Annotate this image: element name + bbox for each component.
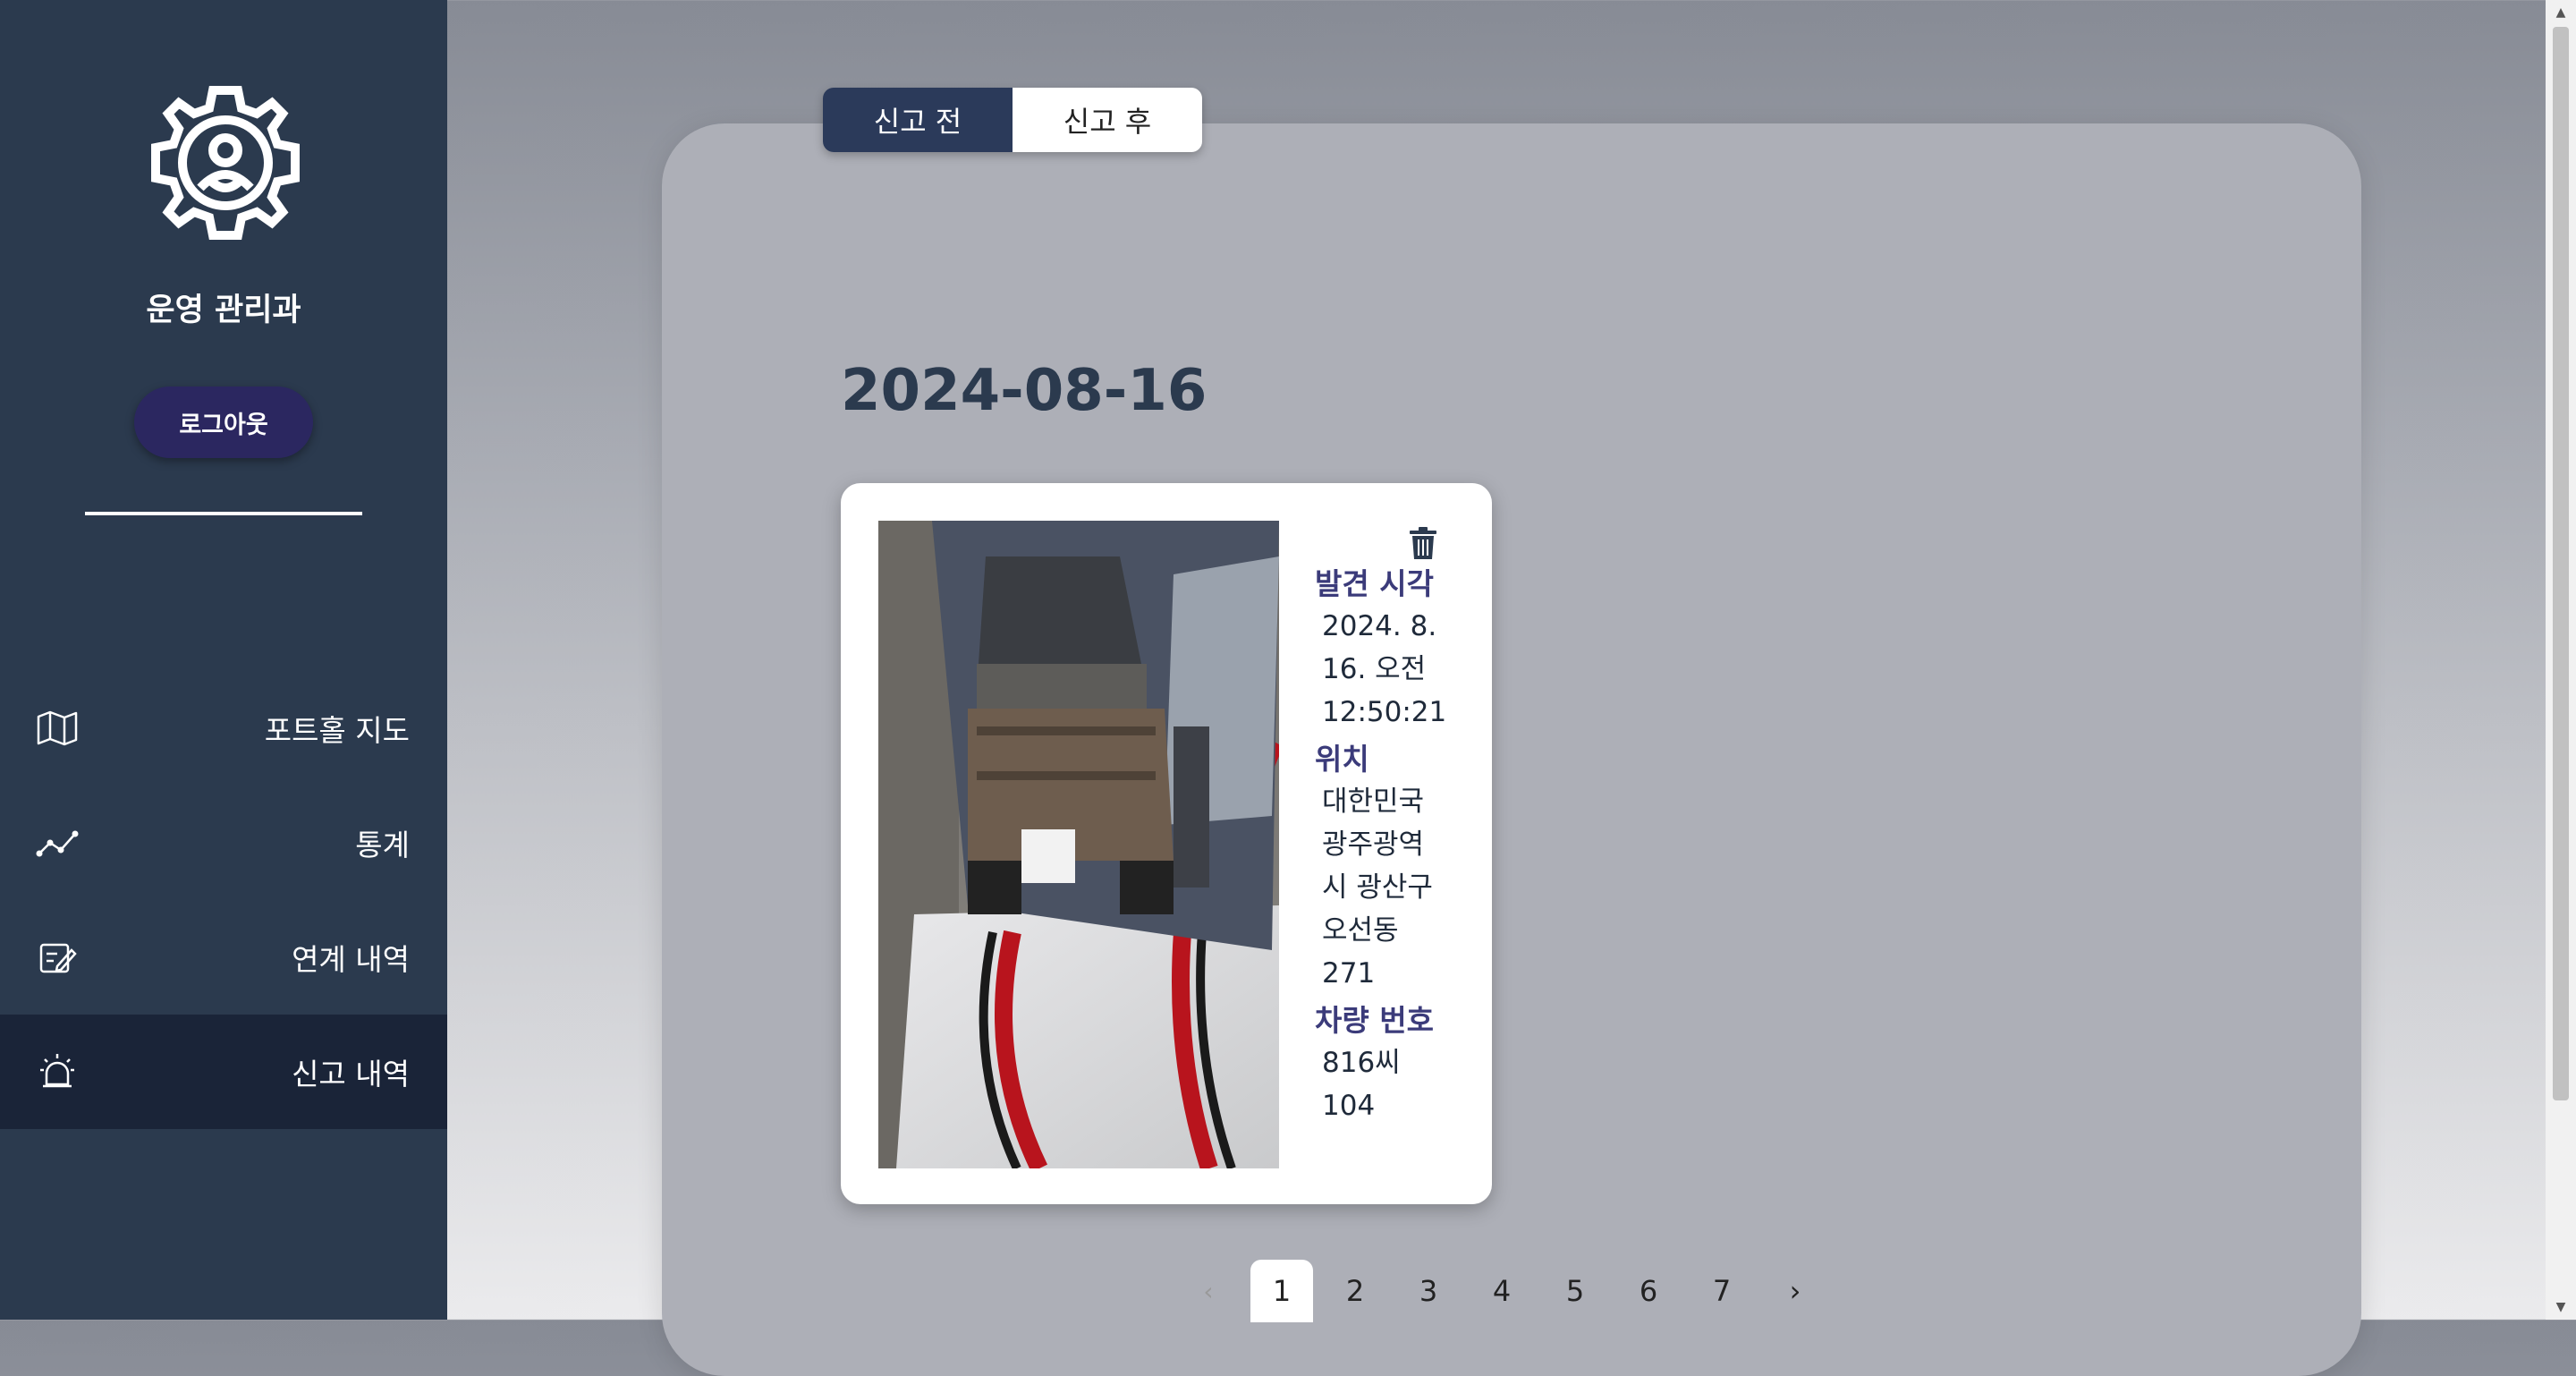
found-time-label: 발견 시각 <box>1315 566 1434 601</box>
sidebar: 운영 관리과 로그아웃 포트홀 지도 통계 연계 내역 신고 내역 <box>0 0 447 1320</box>
sidebar-item-label: 신고 내역 <box>292 1057 410 1091</box>
sidebar-item-label: 포트홀 지도 <box>264 713 410 748</box>
sidebar-item-label: 통계 <box>355 828 410 862</box>
page-button-3[interactable]: 3 <box>1397 1260 1460 1322</box>
location-label: 위치 <box>1315 742 1369 777</box>
page-button-5[interactable]: 5 <box>1544 1260 1606 1322</box>
report-info: 발견 시각 2024. 8. 16. 오전 12:50:21 위치 대한민국 광… <box>1315 564 1476 1133</box>
found-time-value: 2024. 8. 16. 오전 12:50:21 <box>1322 610 1447 728</box>
page-button-7[interactable]: 7 <box>1690 1260 1753 1322</box>
chart-line-icon <box>32 818 82 868</box>
plate-value: 816씨 104 <box>1322 1047 1401 1122</box>
tab-before-report[interactable]: 신고 전 <box>823 88 1013 152</box>
sidebar-item-statistics[interactable]: 통계 <box>0 786 447 900</box>
report-card[interactable]: 발견 시각 2024. 8. 16. 오전 12:50:21 위치 대한민국 광… <box>841 483 1492 1204</box>
pagination: ‹ 1 2 3 4 5 6 7 › <box>1177 1260 1837 1322</box>
page-button-6[interactable]: 6 <box>1617 1260 1680 1322</box>
sidebar-item-label: 연계 내역 <box>292 942 410 977</box>
tab-after-report[interactable]: 신고 후 <box>1013 88 1202 152</box>
scroll-down-arrow-icon[interactable]: ▼ <box>2553 1298 2569 1316</box>
siren-icon <box>32 1047 82 1097</box>
prev-page-button[interactable]: ‹ <box>1177 1260 1240 1322</box>
page-button-4[interactable]: 4 <box>1470 1260 1533 1322</box>
date-heading: 2024-08-16 <box>841 358 1208 424</box>
department-name: 운영 관리과 <box>146 293 301 328</box>
scroll-up-arrow-icon[interactable]: ▲ <box>2553 4 2569 21</box>
edit-note-icon <box>32 932 82 982</box>
plate-label: 차량 번호 <box>1315 1003 1434 1038</box>
sidebar-item-pothole-map[interactable]: 포트홀 지도 <box>0 671 447 786</box>
map-icon <box>32 703 82 753</box>
sidebar-item-linked-history[interactable]: 연계 내역 <box>0 900 447 1015</box>
report-status-tabs: 신고 전 신고 후 <box>823 88 1202 152</box>
page-button-2[interactable]: 2 <box>1324 1260 1386 1322</box>
sidebar-divider <box>85 512 362 515</box>
sidebar-item-report-history[interactable]: 신고 내역 <box>0 1015 447 1129</box>
trash-icon[interactable] <box>1408 526 1438 560</box>
location-value: 대한민국 광주광역 시 광산구 오선동 271 <box>1322 786 1433 990</box>
page-button-1[interactable]: 1 <box>1250 1260 1313 1322</box>
scroll-thumb[interactable] <box>2553 27 2569 1100</box>
report-photo[interactable] <box>878 521 1279 1168</box>
next-page-button[interactable]: › <box>1764 1260 1826 1322</box>
vertical-scrollbar[interactable]: ▲ ▼ <box>2546 0 2576 1320</box>
gear-logo-icon <box>151 86 300 240</box>
logout-button[interactable]: 로그아웃 <box>134 386 313 458</box>
